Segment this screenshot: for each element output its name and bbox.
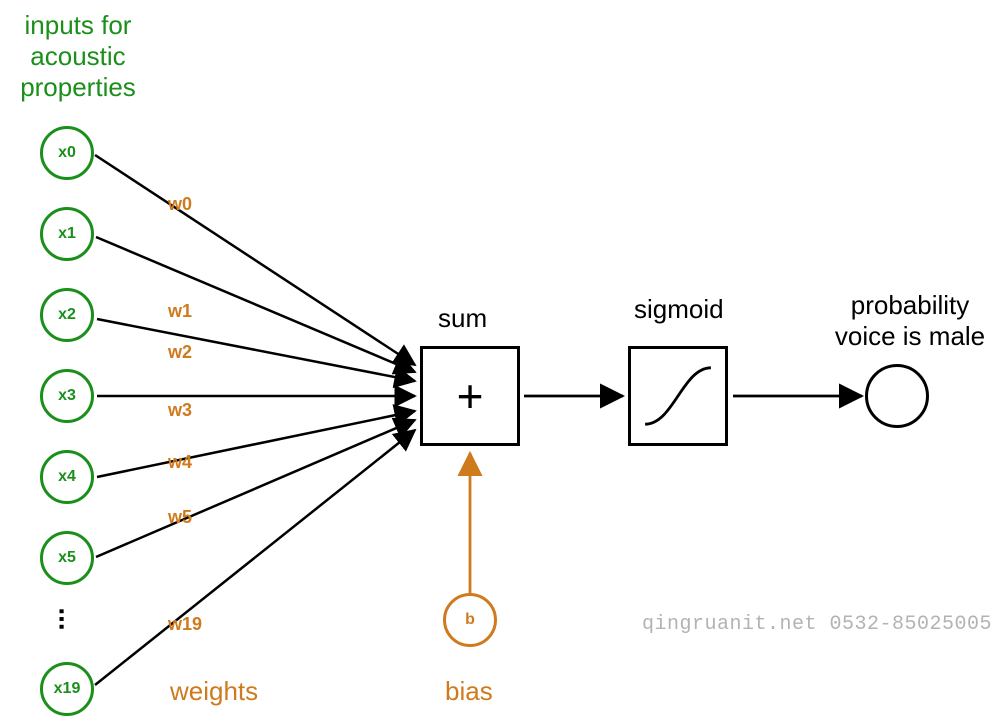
input-node-x0: x0 bbox=[40, 126, 94, 180]
watermark: qingruanit.net 0532-85025005 bbox=[642, 613, 992, 636]
input-node-label: x4 bbox=[58, 468, 76, 486]
output-label: probabilityvoice is male bbox=[820, 290, 998, 352]
bias-word: bias bbox=[445, 676, 493, 707]
input-node-label: x5 bbox=[58, 549, 76, 567]
weight-label-w5: w5 bbox=[168, 507, 192, 528]
input-node-label: x0 bbox=[58, 144, 76, 162]
ellipsis: ... bbox=[53, 607, 85, 630]
sum-symbol: + bbox=[457, 369, 484, 423]
sum-box: + bbox=[420, 346, 520, 446]
output-node bbox=[865, 364, 929, 428]
sigmoid-curve-icon bbox=[631, 349, 725, 443]
weight-label-w4: w4 bbox=[168, 452, 192, 473]
weight-label-w19: w19 bbox=[168, 614, 202, 635]
weight-label-w2: w2 bbox=[168, 342, 192, 363]
input-node-x19: x19 bbox=[40, 662, 94, 716]
input-node-x3: x3 bbox=[40, 369, 94, 423]
weight-label-w3: w3 bbox=[168, 400, 192, 421]
weight-label-w1: w1 bbox=[168, 301, 192, 322]
weights-word: weights bbox=[170, 676, 258, 707]
inputs-title: inputs foracousticproperties bbox=[8, 10, 148, 104]
input-node-x5: x5 bbox=[40, 531, 94, 585]
input-node-label: x1 bbox=[58, 225, 76, 243]
sigmoid-label: sigmoid bbox=[634, 294, 724, 325]
bias-symbol: b bbox=[465, 611, 475, 629]
input-node-label: x2 bbox=[58, 306, 76, 324]
sigmoid-box bbox=[628, 346, 728, 446]
weight-label-w0: w0 bbox=[168, 194, 192, 215]
sum-label: sum bbox=[438, 303, 487, 334]
input-node-label: x3 bbox=[58, 387, 76, 405]
bias-node: b bbox=[443, 593, 497, 647]
input-node-x1: x1 bbox=[40, 207, 94, 261]
input-node-label: x19 bbox=[54, 680, 81, 698]
input-node-x2: x2 bbox=[40, 288, 94, 342]
input-node-x4: x4 bbox=[40, 450, 94, 504]
